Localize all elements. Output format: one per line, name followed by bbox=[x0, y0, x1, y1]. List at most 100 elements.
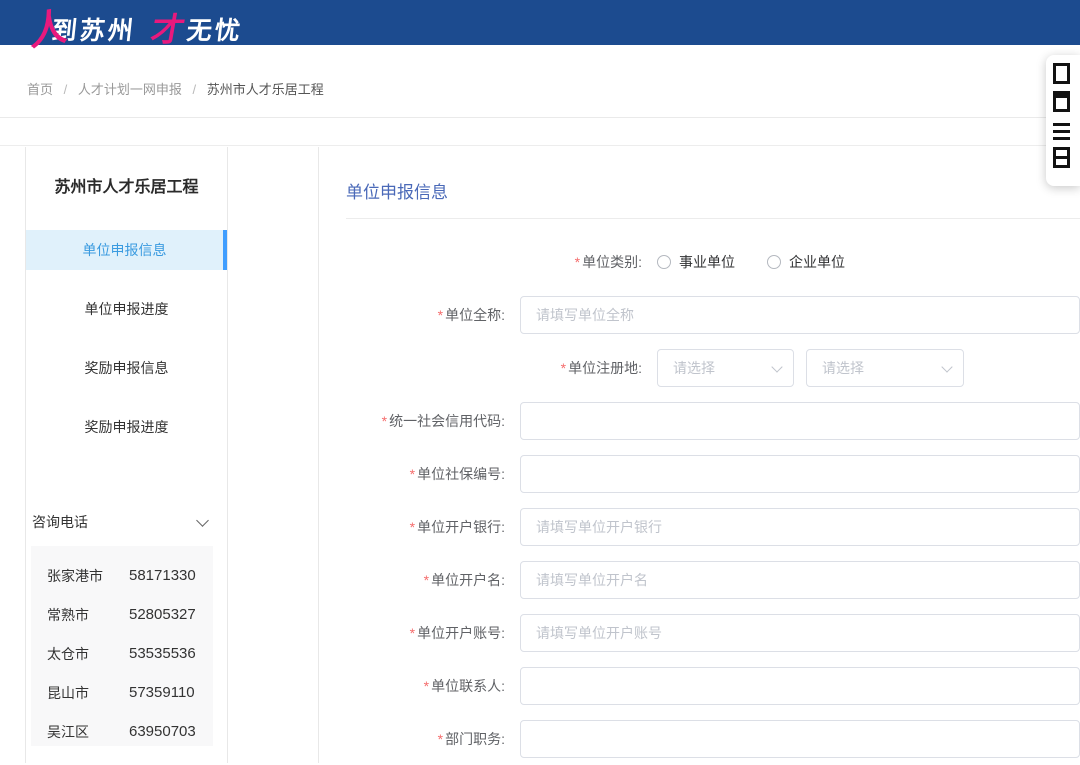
page-title: 单位申报信息 bbox=[346, 178, 1080, 203]
field-label: *单位开户银行: bbox=[319, 517, 512, 537]
required-asterisk: * bbox=[424, 572, 429, 588]
qr-code-icon bbox=[1053, 147, 1070, 168]
radio-enterprise[interactable]: 企业单位 bbox=[767, 252, 845, 272]
department-position-input[interactable] bbox=[520, 720, 1080, 758]
form-row-account-name: *单位开户名: bbox=[319, 561, 1080, 599]
field-label: *单位社保编号: bbox=[319, 464, 512, 484]
radio-circle-icon[interactable] bbox=[767, 255, 781, 269]
qr-code-icon bbox=[1053, 119, 1070, 140]
content-area: 苏州市人才乐居工程 单位申报信息 单位申报进度 奖励申报信息 奖励申报进度 咨询… bbox=[0, 146, 1080, 763]
phone-number: 63950703 bbox=[129, 723, 196, 740]
sidebar: 苏州市人才乐居工程 单位申报信息 单位申报进度 奖励申报信息 奖励申报进度 咨询… bbox=[25, 147, 228, 763]
content-top-divider bbox=[0, 118, 1080, 146]
credit-code-input[interactable] bbox=[520, 402, 1080, 440]
breadcrumb-plan-link[interactable]: 人才计划一网申报 bbox=[78, 82, 182, 97]
account-name-input[interactable] bbox=[520, 561, 1080, 599]
sidebar-nav: 单位申报信息 单位申报进度 奖励申报信息 奖励申报进度 bbox=[26, 230, 227, 447]
phone-number: 53535536 bbox=[129, 645, 196, 662]
sidebar-item-reward-declare-info[interactable]: 奖励申报信息 bbox=[26, 348, 227, 388]
phone-city: 昆山市 bbox=[47, 683, 129, 703]
logo-text-2: 无忧 bbox=[185, 11, 245, 47]
form-row-unit-register-place: *单位注册地: 请选择 请选择 bbox=[319, 349, 1080, 387]
social-security-no-input[interactable] bbox=[520, 455, 1080, 493]
sidebar-title: 苏州市人才乐居工程 bbox=[26, 147, 227, 197]
breadcrumb-separator: / bbox=[64, 82, 68, 97]
required-asterisk: * bbox=[575, 254, 580, 270]
floating-side-widget[interactable] bbox=[1046, 55, 1080, 186]
select-placeholder: 请选择 bbox=[822, 358, 864, 378]
phone-row: 昆山市 57359110 bbox=[31, 673, 213, 712]
form-row-bank-name: *单位开户银行: bbox=[319, 508, 1080, 546]
bank-name-input[interactable] bbox=[520, 508, 1080, 546]
form-row-unit-type: *单位类别: 事业单位 企业单位 bbox=[319, 243, 1080, 281]
field-label: *单位全称: bbox=[319, 305, 512, 325]
required-asterisk: * bbox=[561, 360, 566, 376]
form-row-unit-full-name: *单位全称: bbox=[319, 296, 1080, 334]
field-label: *部门职务: bbox=[319, 729, 512, 749]
main-panel: 单位申报信息 *单位类别: 事业单位 企业单位 bbox=[318, 147, 1080, 763]
form-row-account-number: *单位开户账号: bbox=[319, 614, 1080, 652]
phone-number: 58171330 bbox=[129, 567, 196, 584]
phone-city: 太仓市 bbox=[47, 644, 129, 664]
consult-phone-list: 张家港市 58171330 常熟市 52805327 太仓市 53535536 … bbox=[31, 546, 213, 746]
radio-institution[interactable]: 事业单位 bbox=[657, 252, 735, 272]
required-asterisk: * bbox=[438, 731, 443, 747]
required-asterisk: * bbox=[410, 625, 415, 641]
logo-ren-glyph: 人 bbox=[30, 0, 67, 57]
required-asterisk: * bbox=[382, 413, 387, 429]
field-label: *统一社会信用代码: bbox=[319, 411, 512, 431]
phone-city: 常熟市 bbox=[47, 605, 129, 625]
breadcrumb-current: 苏州市人才乐居工程 bbox=[207, 82, 324, 97]
phone-row: 张家港市 58171330 bbox=[31, 556, 213, 595]
chevron-down-icon bbox=[771, 361, 782, 372]
phone-number: 52805327 bbox=[129, 606, 196, 623]
unit-declare-form: *单位类别: 事业单位 企业单位 bbox=[319, 219, 1080, 758]
sidebar-item-unit-declare-progress[interactable]: 单位申报进度 bbox=[26, 289, 227, 329]
field-label: *单位开户名: bbox=[319, 570, 512, 590]
phone-row: 吴江区 63950703 bbox=[31, 712, 213, 751]
required-asterisk: * bbox=[424, 678, 429, 694]
form-row-credit-code: *统一社会信用代码: bbox=[319, 402, 1080, 440]
phone-row: 常熟市 52805327 bbox=[31, 595, 213, 634]
chevron-down-icon bbox=[196, 514, 209, 527]
register-district-select[interactable]: 请选择 bbox=[806, 349, 964, 387]
account-number-input[interactable] bbox=[520, 614, 1080, 652]
field-label: *单位联系人: bbox=[319, 676, 512, 696]
form-row-social-security-no: *单位社保编号: bbox=[319, 455, 1080, 493]
consult-phone-toggle[interactable]: 咨询电话 bbox=[26, 510, 227, 534]
top-header-bar: 人 到苏州 才 无忧 bbox=[0, 0, 1080, 45]
field-label: *单位类别: bbox=[319, 252, 649, 272]
phone-row: 太仓市 53535536 bbox=[31, 634, 213, 673]
sidebar-item-reward-declare-progress[interactable]: 奖励申报进度 bbox=[26, 407, 227, 447]
chevron-down-icon bbox=[941, 361, 952, 372]
breadcrumb-separator: / bbox=[193, 82, 197, 97]
required-asterisk: * bbox=[410, 519, 415, 535]
qr-code-icon bbox=[1053, 63, 1070, 84]
phone-city: 吴江区 bbox=[47, 722, 129, 742]
unit-full-name-input[interactable] bbox=[520, 296, 1080, 334]
breadcrumb-bar: 首页 / 人才计划一网申报 / 苏州市人才乐居工程 bbox=[0, 45, 1080, 118]
qr-code-icon bbox=[1053, 91, 1070, 112]
register-city-select[interactable]: 请选择 bbox=[657, 349, 794, 387]
consult-phone-label: 咨询电话 bbox=[32, 512, 88, 532]
field-label: *单位注册地: bbox=[319, 358, 649, 378]
select-placeholder: 请选择 bbox=[673, 358, 715, 378]
contact-person-input[interactable] bbox=[520, 667, 1080, 705]
breadcrumb: 首页 / 人才计划一网申报 / 苏州市人才乐居工程 bbox=[27, 79, 324, 98]
site-logo[interactable]: 人 到苏州 才 无忧 bbox=[30, 0, 243, 50]
radio-circle-icon[interactable] bbox=[657, 255, 671, 269]
page: 人 到苏州 才 无忧 首页 / 人才计划一网申报 / 苏州市人才乐居工程 苏州市… bbox=[0, 0, 1080, 765]
form-row-contact-person: *单位联系人: bbox=[319, 667, 1080, 705]
form-row-department-position: *部门职务: bbox=[319, 720, 1080, 758]
radio-label: 事业单位 bbox=[679, 252, 735, 272]
sidebar-item-unit-declare-info[interactable]: 单位申报信息 bbox=[26, 230, 227, 270]
required-asterisk: * bbox=[438, 307, 443, 323]
radio-label: 企业单位 bbox=[789, 252, 845, 272]
logo-cai-glyph: 才 bbox=[148, 3, 189, 51]
required-asterisk: * bbox=[410, 466, 415, 482]
field-label: *单位开户账号: bbox=[319, 623, 512, 643]
unit-type-radio-group: 事业单位 企业单位 bbox=[657, 252, 877, 272]
breadcrumb-home-link[interactable]: 首页 bbox=[27, 82, 53, 97]
phone-city: 张家港市 bbox=[47, 566, 129, 586]
phone-number: 57359110 bbox=[129, 684, 195, 701]
